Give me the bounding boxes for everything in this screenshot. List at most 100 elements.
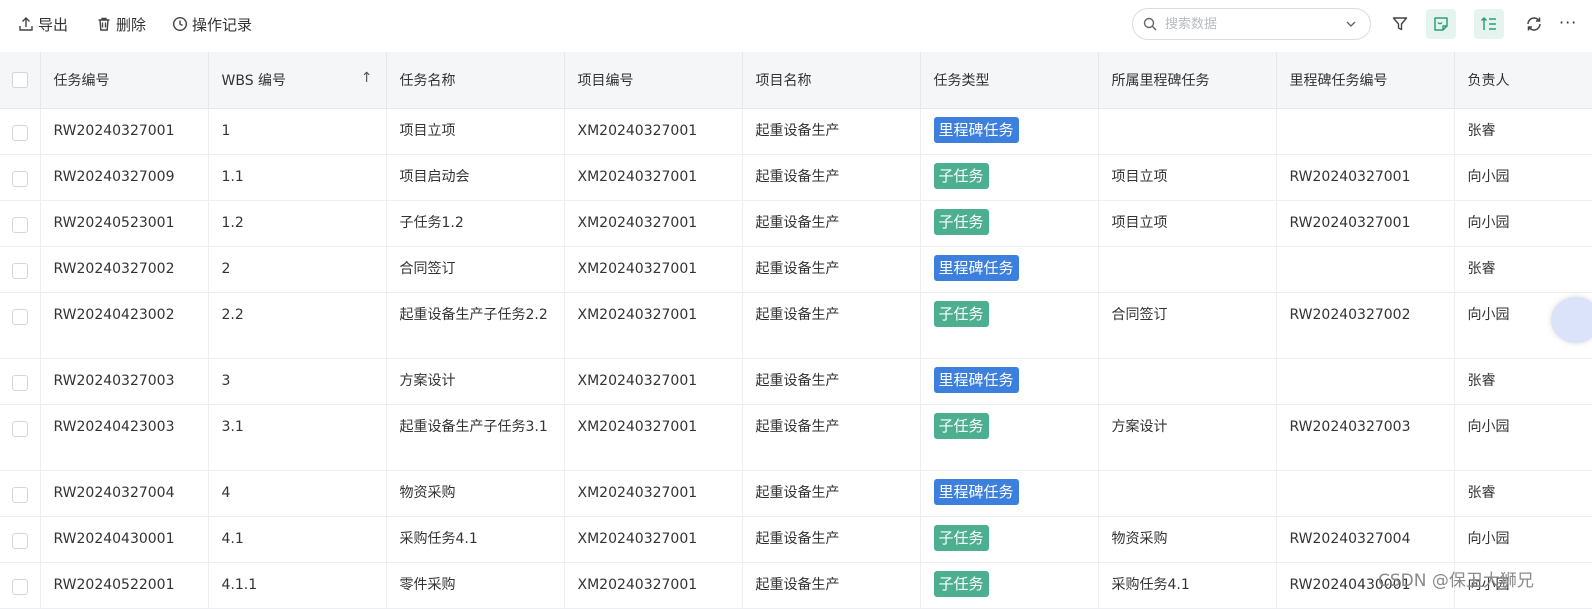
search-icon [1143,17,1157,31]
floating-assistant-button[interactable] [1551,297,1592,343]
row-checkbox[interactable] [11,578,28,595]
row-checkbox-cell[interactable] [0,562,41,609]
table-row[interactable]: RW20240423002 2.2 起重设备生产子任务2.2 XM2024032700… [0,292,1592,359]
cell-task-type: 子任务 [920,562,1099,609]
row-checkbox[interactable] [11,124,28,141]
cell-milestone: 采购任务4.1 [1098,562,1277,609]
chevron-down-icon[interactable] [1344,17,1358,31]
delete-label: 删除 [116,15,147,34]
cell-task-no: RW20240423002 [40,292,209,359]
table-row[interactable]: RW20240430001 4.1 采购任务4.1 XM20240327001 起重设备… [0,516,1592,563]
cell-milestone: 项目立项 [1098,200,1277,247]
row-checkbox[interactable] [11,374,28,391]
row-checkbox[interactable] [11,308,28,325]
row-checkbox[interactable] [11,170,28,187]
cell-project-no: XM20240327001 [564,200,743,247]
row-checkbox[interactable] [11,216,28,233]
row-checkbox-cell[interactable] [0,200,41,247]
sticky-note-button[interactable] [1426,9,1456,39]
cell-task-name: 子任务1.2 [386,200,565,247]
row-checkbox[interactable] [11,532,28,549]
table-row[interactable]: RW20240423003 3.1 起重设备生产子任务3.1 XM2024032700… [0,404,1592,471]
cell-task-no: RW20240423003 [40,404,209,471]
select-all-checkbox[interactable] [11,71,28,88]
table-row[interactable]: RW20240522001 4.1.1 零件采购 XM20240327001 起重设备生… [0,562,1592,609]
cell-task-name: 方案设计 [386,358,565,405]
header-task-no[interactable]: 任务编号 [40,52,209,109]
row-checkbox-cell[interactable] [0,154,41,201]
header-project-name[interactable]: 项目名称 [742,52,921,109]
refresh-button[interactable] [1519,9,1549,39]
history-button[interactable]: 操作记录 [172,12,252,36]
row-checkbox-cell[interactable] [0,108,41,155]
table-row[interactable]: RW20240327009 1.1 项目启动会 XM20240327001 起重设备生产… [0,154,1592,201]
row-checkbox-cell[interactable] [0,404,41,471]
cell-project-name: 起重设备生产 [742,108,921,155]
more-button[interactable]: ··· [1559,10,1577,34]
row-checkbox-cell[interactable] [0,292,41,359]
cell-project-no: XM20240327001 [564,562,743,609]
table-row[interactable]: RW20240327003 3 方案设计 XM20240327001 起重设备生产 里程碑… [0,358,1592,405]
header-project-no[interactable]: 项目编号 [564,52,743,109]
header-milestone[interactable]: 所属里程碑任务 [1098,52,1277,109]
row-checkbox-cell[interactable] [0,246,41,293]
row-checkbox[interactable] [11,262,28,279]
task-type-badge: 里程碑任务 [933,254,1019,281]
cell-task-type: 子任务 [920,404,1099,471]
cell-owner: 向小园 [1454,154,1592,201]
tree-sort-button[interactable] [1474,9,1504,39]
filter-button[interactable] [1385,9,1415,39]
header-task-type[interactable]: 任务类型 [920,52,1099,109]
cell-milestone [1098,246,1277,293]
header-milestone-no[interactable]: 里程碑任务编号 [1276,52,1455,109]
task-type-badge: 子任务 [933,524,989,551]
table-row[interactable]: RW20240523001 1.2 子任务1.2 XM20240327001 起重设备生… [0,200,1592,247]
cell-milestone [1098,108,1277,155]
cell-milestone-no: RW20240327001 [1276,154,1455,201]
header-task-name[interactable]: 任务名称 [386,52,565,109]
row-checkbox[interactable] [11,420,28,437]
cell-owner: 张睿 [1454,246,1592,293]
cell-task-no: RW20240522001 [40,562,209,609]
watermark: CSDN @保卫大狮兄 [1378,571,1534,591]
sort-asc-icon[interactable]: ↑ [361,70,373,86]
cell-task-type: 里程碑任务 [920,246,1099,293]
cell-project-no: XM20240327001 [564,154,743,201]
row-checkbox-cell[interactable] [0,470,41,517]
delete-button[interactable]: 删除 [96,12,146,36]
table-row[interactable]: RW20240327001 1 项目立项 XM20240327001 起重设备生产 里程碑… [0,108,1592,155]
cell-task-name: 起重设备生产子任务2.2 [386,292,565,359]
table-row[interactable]: RW20240327002 2 合同签订 XM20240327001 起重设备生产 里程碑… [0,246,1592,293]
cell-task-no: RW20240327004 [40,470,209,517]
task-table: 任务编号 WBS 编号 ↑ 任务名称 项目编号 项目名称 任务类型 所属里程碑任务… [0,52,1592,609]
cell-wbs-no: 3.1 [208,404,387,471]
task-type-badge: 子任务 [933,162,989,189]
cell-task-name: 合同签订 [386,246,565,293]
cell-project-no: XM20240327001 [564,246,743,293]
header-wbs-label: WBS 编号 [221,72,287,89]
toolbar: 导出 删除 操作记录 ··· [0,0,1592,50]
cell-task-no: RW20240327003 [40,358,209,405]
cell-project-no: XM20240327001 [564,516,743,563]
cell-wbs-no: 2 [208,246,387,293]
row-checkbox-cell[interactable] [0,358,41,405]
upload-icon [19,17,33,31]
export-button[interactable]: 导出 [18,12,68,36]
cell-project-name: 起重设备生产 [742,246,921,293]
select-all-checkbox-cell[interactable] [0,52,41,109]
header-wbs-no[interactable]: WBS 编号 ↑ [208,52,387,109]
sticky-note-icon [1434,17,1448,31]
cell-milestone-no [1276,470,1455,517]
search-input[interactable] [1163,15,1337,33]
cell-milestone [1098,470,1277,517]
search-box[interactable] [1132,8,1371,40]
cell-milestone-no: RW20240327002 [1276,292,1455,359]
cell-task-type: 里程碑任务 [920,358,1099,405]
history-label: 操作记录 [192,15,253,34]
task-type-badge: 子任务 [933,208,989,235]
table-row[interactable]: RW20240327004 4 物资采购 XM20240327001 起重设备生产 里程碑… [0,470,1592,517]
row-checkbox[interactable] [11,486,28,503]
row-checkbox-cell[interactable] [0,516,41,563]
header-owner[interactable]: 负责人 [1454,52,1592,109]
refresh-icon [1527,17,1541,31]
